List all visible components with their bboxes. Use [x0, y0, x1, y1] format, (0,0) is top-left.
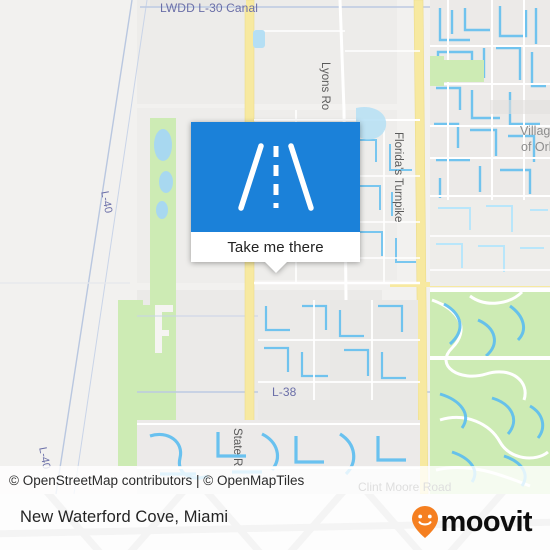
map-canvas[interactable]: LWDD L-30 Canal Lyons Ro Florida's Turnp… [0, 0, 550, 494]
map-label-village: Village [520, 124, 550, 138]
page-title: New Waterford Cove, Miami [20, 508, 229, 526]
map-label-state-road: State R [231, 428, 243, 467]
attribution-text[interactable]: © OpenStreetMap contributors | © OpenMap… [0, 473, 304, 488]
moovit-wordmark: moovit [440, 505, 533, 538]
take-me-there-label: Take me there [227, 238, 324, 256]
map-label-l-38: L-38 [272, 385, 297, 399]
footer-bar: New Waterford Cove, Miami moovit [0, 494, 550, 550]
map-label-lwdd-l-30-canal: LWDD L-30 Canal [160, 1, 258, 15]
attribution-bar: © OpenStreetMap contributors | © OpenMap… [0, 466, 550, 494]
card-footer[interactable]: Take me there [191, 232, 360, 273]
take-me-there-card[interactable]: Take me there [191, 122, 360, 273]
map-screenshot: LWDD L-30 Canal Lyons Ro Florida's Turnp… [0, 0, 550, 550]
map-label-village-line2: of Orl [521, 140, 550, 154]
map-label-lyons-road: Lyons Ro [319, 62, 331, 111]
card-header [191, 122, 360, 232]
moovit-logo[interactable]: moovit [410, 505, 533, 538]
moovit-pin-icon [411, 506, 438, 538]
map-label-floridas-turnpike: Florida's Turnpike [392, 132, 404, 223]
road-icon [237, 143, 314, 211]
card-pointer-triangle [264, 262, 287, 273]
